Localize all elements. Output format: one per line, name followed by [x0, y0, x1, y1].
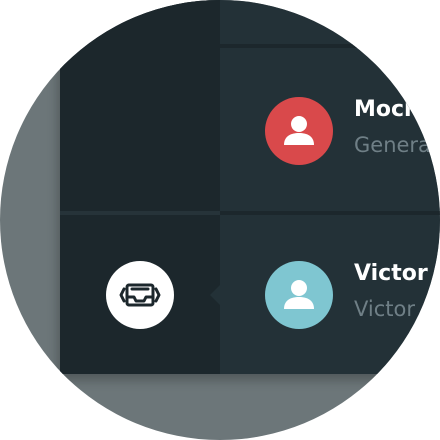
contact-list-item[interactable]: Victor E Victor — [265, 261, 440, 329]
contact-name: Victor E — [354, 261, 440, 286]
sidebar-divider — [60, 211, 220, 215]
contact-subtitle: Genera — [354, 133, 431, 157]
inbox-button[interactable] — [106, 261, 174, 329]
circular-viewport: Moch Genera Victor E Victor — [0, 0, 440, 440]
conversation-divider — [220, 211, 440, 215]
app-window: Moch Genera Victor E Victor — [60, 0, 440, 374]
user-silhouette-icon — [284, 116, 314, 145]
user-silhouette-icon — [284, 280, 314, 309]
contact-list-item[interactable]: Moch Genera — [265, 97, 440, 165]
main-top-divider — [220, 44, 440, 48]
contact-name: Moch — [354, 97, 420, 122]
sidebar — [60, 0, 220, 374]
avatar — [265, 97, 333, 165]
active-item-pointer — [210, 285, 220, 305]
avatar — [265, 261, 333, 329]
contact-subtitle: Victor — [354, 297, 416, 321]
inbox-tray-icon — [119, 283, 161, 307]
